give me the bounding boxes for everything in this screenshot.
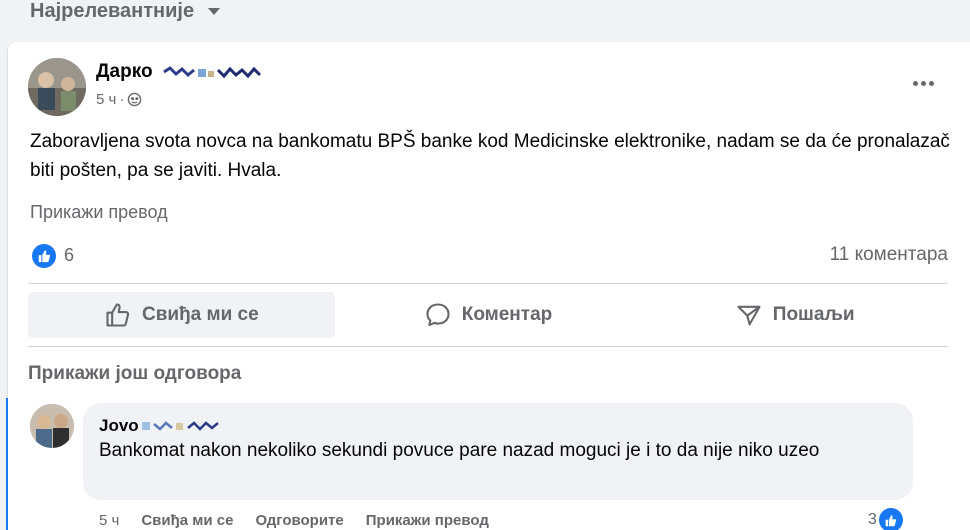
post-action-bar: Свиђа ми се Коментар Пошаљи xyxy=(28,292,948,338)
sort-label: Најрелевантније xyxy=(30,0,195,22)
share-button-label: Пошаљи xyxy=(772,304,855,325)
like-icon xyxy=(38,250,51,263)
comment-translate-link[interactable]: Прикажи превод xyxy=(366,512,489,529)
comment-count-link[interactable]: 11 коментара xyxy=(830,244,948,266)
like-reaction-badge[interactable] xyxy=(32,244,56,268)
redacted-name-mark xyxy=(163,66,262,79)
more-icon xyxy=(912,80,918,86)
chevron-down-icon xyxy=(208,7,221,15)
comment-reactions[interactable]: 3 xyxy=(868,508,903,530)
divider xyxy=(28,283,948,284)
share-icon xyxy=(737,305,761,326)
comment-button[interactable]: Коментар xyxy=(335,292,642,338)
comment-like-link[interactable]: Свиђа ми се xyxy=(141,512,233,529)
comment-text: Bankomat nakon nekoliko sekundi povuce p… xyxy=(99,440,820,461)
post-meta: 5 ч · xyxy=(96,91,142,108)
like-icon xyxy=(106,303,130,327)
comment-icon xyxy=(426,303,450,327)
post-time[interactable]: 5 ч xyxy=(96,91,116,108)
comment-reaction-count: 3 xyxy=(868,511,877,528)
redacted-name-mark xyxy=(142,421,219,431)
author-name[interactable]: Дарко xyxy=(96,61,153,83)
reaction-count[interactable]: 6 xyxy=(64,245,74,266)
author-avatar[interactable] xyxy=(28,58,86,116)
post-body: Zaboravljena svota novca na bankomatu BP… xyxy=(30,131,950,181)
like-button[interactable]: Свиђа ми се xyxy=(28,292,335,338)
comment-reply-link[interactable]: Одговорите xyxy=(255,512,343,529)
meta-separator: · xyxy=(119,91,125,108)
divider xyxy=(28,346,948,347)
comment-button-label: Коментар xyxy=(461,304,553,325)
thread-indicator xyxy=(6,398,8,530)
commenter-name[interactable]: Jovo xyxy=(99,416,139,436)
comment-footer: 5 ч Свиђа ми се Одговорите Прикажи прево… xyxy=(99,512,489,529)
more-options-button[interactable] xyxy=(906,72,940,94)
sort-dropdown[interactable]: Најрелевантније xyxy=(30,0,221,28)
share-button[interactable]: Пошаљи xyxy=(641,292,948,338)
globe-icon xyxy=(128,92,142,107)
like-button-label: Свиђа ми се xyxy=(141,304,259,325)
see-translation-link[interactable]: Прикажи превод xyxy=(30,202,168,223)
view-more-replies-link[interactable]: Прикажи још одговора xyxy=(28,363,241,385)
commenter-avatar[interactable] xyxy=(30,404,74,448)
comment-time[interactable]: 5 ч xyxy=(99,512,119,529)
like-icon xyxy=(878,508,903,530)
